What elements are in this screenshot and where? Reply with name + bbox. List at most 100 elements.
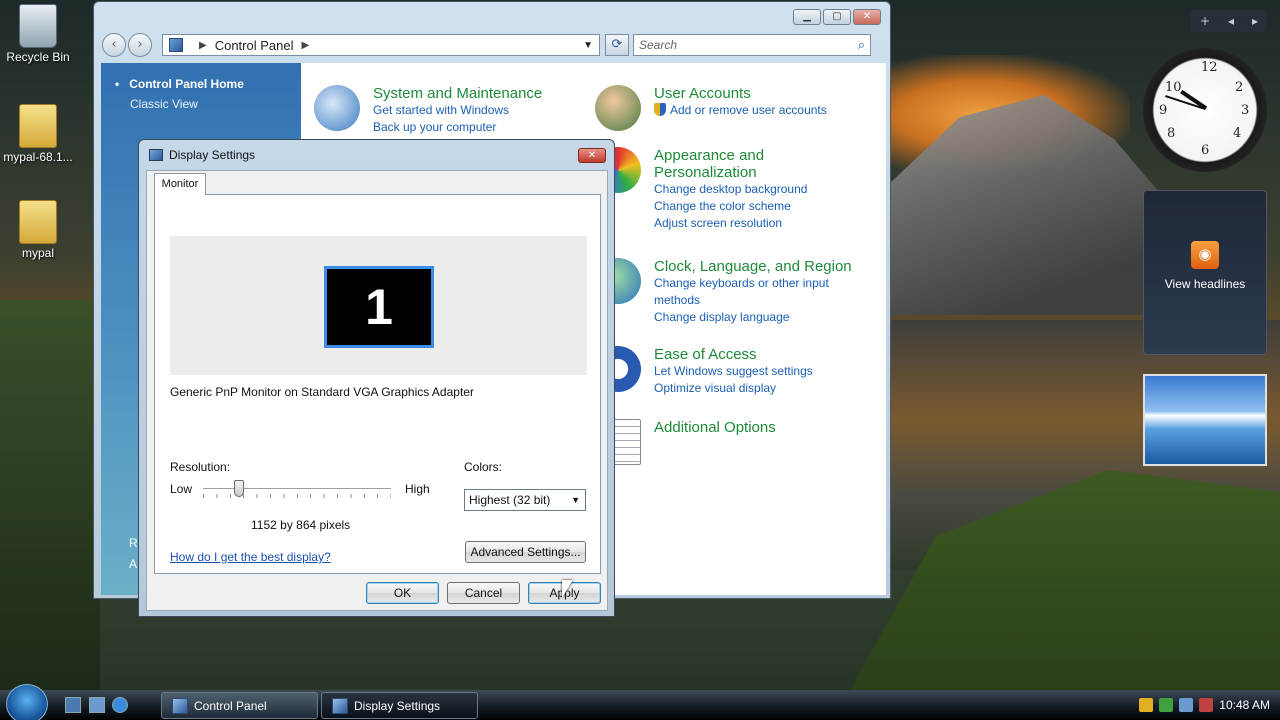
- clock-numeral: 3: [1241, 103, 1250, 118]
- sidebar-item-classic-view[interactable]: Classic View: [130, 97, 301, 111]
- advanced-settings-button[interactable]: Advanced Settings...: [465, 541, 586, 563]
- category-link[interactable]: Change display language: [654, 309, 852, 326]
- desktop-icon-mypal-zip[interactable]: mypal-68.1...: [0, 104, 76, 164]
- display-settings-dialog: Display Settings ✕ Monitor 1 Generic PnP…: [138, 139, 615, 617]
- category-link[interactable]: Adjust screen resolution: [654, 215, 807, 232]
- monitor-name: Generic PnP Monitor on Standard VGA Grap…: [170, 385, 474, 399]
- desktop-icon-label: mypal: [21, 246, 54, 260]
- shield-icon: [654, 103, 666, 116]
- gadget-sidebar-controls: + ◂ ▸: [1191, 10, 1267, 32]
- maximize-button[interactable]: ▢: [823, 9, 851, 25]
- taskbar-item-display-settings[interactable]: Display Settings: [321, 692, 478, 719]
- category-link[interactable]: Change keyboards or other input: [654, 275, 852, 292]
- category-appearance: Appearance and Personalization Change de…: [595, 147, 807, 232]
- switch-windows-icon[interactable]: [89, 697, 105, 713]
- sidebar-item-home[interactable]: Control Panel Home: [115, 77, 301, 91]
- tab-monitor[interactable]: Monitor: [154, 173, 206, 195]
- cancel-button[interactable]: Cancel: [447, 582, 520, 604]
- breadcrumb-chevron-icon: ▶: [199, 39, 207, 51]
- category-title[interactable]: Additional Options: [654, 419, 776, 436]
- internet-explorer-icon[interactable]: [112, 697, 128, 713]
- resolution-slider-ticks: [203, 494, 391, 498]
- category-clock-language-region: Clock, Language, and Region Change keybo…: [595, 258, 852, 326]
- category-link[interactable]: Back up your computer: [373, 119, 542, 136]
- dialog-close-button[interactable]: ✕: [578, 148, 606, 163]
- category-link[interactable]: methods: [654, 292, 852, 309]
- resolution-slider-track[interactable]: [203, 488, 391, 490]
- category-system-maintenance: System and Maintenance Get started with …: [314, 85, 542, 136]
- network-icon[interactable]: [1159, 698, 1174, 712]
- display-icon[interactable]: [1179, 698, 1194, 712]
- breadcrumb-control-panel[interactable]: Control Panel: [215, 38, 294, 53]
- breadcrumb-chevron-icon[interactable]: ▶: [301, 40, 309, 51]
- dialog-title: Display Settings: [169, 148, 256, 162]
- add-gadget-icon[interactable]: +: [1200, 14, 1210, 28]
- feed-headlines-gadget[interactable]: ◉ View headlines: [1143, 190, 1267, 355]
- category-title[interactable]: System and Maintenance: [373, 85, 542, 102]
- window-controls: ▁ ▢ ✕: [793, 9, 881, 25]
- previous-icon[interactable]: ◂: [1228, 14, 1234, 28]
- link-text: Add or remove user accounts: [670, 103, 827, 117]
- colors-select[interactable]: Highest (32 bit) ▼: [464, 489, 586, 511]
- taskbar-item-control-panel[interactable]: Control Panel: [161, 692, 318, 719]
- security-shield-icon[interactable]: [1139, 698, 1154, 712]
- desktop-icon-recycle-bin[interactable]: Recycle Bin: [0, 4, 76, 64]
- taskbar-clock[interactable]: 10:48 AM: [1219, 698, 1270, 712]
- next-icon[interactable]: ▸: [1252, 14, 1258, 28]
- close-button[interactable]: ✕: [853, 9, 881, 25]
- show-desktop-icon[interactable]: [65, 697, 81, 713]
- clock-numeral: 12: [1201, 60, 1218, 75]
- back-button[interactable]: ‹: [102, 33, 126, 57]
- category-link[interactable]: Let Windows suggest settings: [654, 363, 813, 380]
- address-bar[interactable]: ▶ Control Panel ▶ ▼: [162, 34, 600, 56]
- search-icon[interactable]: ⌕: [858, 37, 865, 53]
- forward-button[interactable]: ›: [128, 33, 152, 57]
- taskbar-item-label: Display Settings: [354, 698, 441, 713]
- resolution-label: Resolution:: [170, 460, 231, 474]
- system-maintenance-icon: [314, 85, 360, 131]
- zip-folder-icon: [19, 104, 57, 148]
- clock-numeral: 2: [1235, 80, 1244, 95]
- slideshow-gadget[interactable]: [1143, 374, 1267, 466]
- colors-select-value: Highest (32 bit): [469, 493, 551, 507]
- category-title[interactable]: Clock, Language, and Region: [654, 258, 852, 275]
- category-title[interactable]: Appearance and: [654, 147, 807, 164]
- category-link[interactable]: Add or remove user accounts: [654, 102, 827, 119]
- category-title[interactable]: User Accounts: [654, 85, 827, 102]
- help-link[interactable]: How do I get the best display?: [170, 550, 331, 564]
- category-link[interactable]: Optimize visual display: [654, 380, 813, 397]
- wallpaper-grass-left: [0, 300, 100, 690]
- category-link[interactable]: Get started with Windows: [373, 102, 542, 119]
- clock-gadget[interactable]: 12 2 3 4 6 8 9 10: [1143, 48, 1267, 172]
- search-input[interactable]: Search ⌕: [633, 34, 871, 56]
- resolution-slider-thumb[interactable]: [233, 480, 244, 497]
- control-panel-icon: [169, 38, 183, 52]
- search-placeholder: Search: [639, 38, 678, 52]
- clock-numeral: 4: [1233, 126, 1242, 141]
- desktop-icon-mypal[interactable]: mypal: [0, 200, 76, 260]
- address-dropdown-icon[interactable]: ▼: [583, 40, 593, 51]
- folder-icon: [19, 200, 57, 244]
- minimize-button[interactable]: ▁: [793, 9, 821, 25]
- category-title[interactable]: Ease of Access: [654, 346, 813, 363]
- category-link[interactable]: Change the color scheme: [654, 198, 807, 215]
- dialog-body: Monitor 1 Generic PnP Monitor on Standar…: [146, 170, 608, 611]
- category-link[interactable]: Change desktop background: [654, 181, 807, 198]
- category-additional-options: Additional Options: [595, 419, 776, 465]
- volume-muted-icon[interactable]: [1199, 698, 1214, 712]
- monitor-1[interactable]: 1: [324, 266, 434, 348]
- display-settings-icon: [149, 149, 163, 161]
- sidebar-item-partial[interactable]: A: [129, 557, 137, 571]
- sidebar-item-partial[interactable]: R: [129, 536, 138, 550]
- mouse-cursor-icon: [562, 580, 573, 598]
- category-title-line2[interactable]: Personalization: [654, 164, 807, 181]
- clock-numeral: 6: [1201, 143, 1210, 158]
- view-headlines-link[interactable]: View headlines: [1144, 277, 1266, 291]
- desktop-icon-label: Recycle Bin: [6, 50, 70, 64]
- clock-numeral: 9: [1159, 103, 1168, 118]
- refresh-button[interactable]: ⟳: [605, 34, 629, 56]
- colors-label: Colors:: [464, 460, 503, 474]
- ok-button[interactable]: OK: [366, 582, 439, 604]
- start-button[interactable]: [6, 684, 48, 720]
- resolution-value: 1152 by 864 pixels: [251, 518, 351, 532]
